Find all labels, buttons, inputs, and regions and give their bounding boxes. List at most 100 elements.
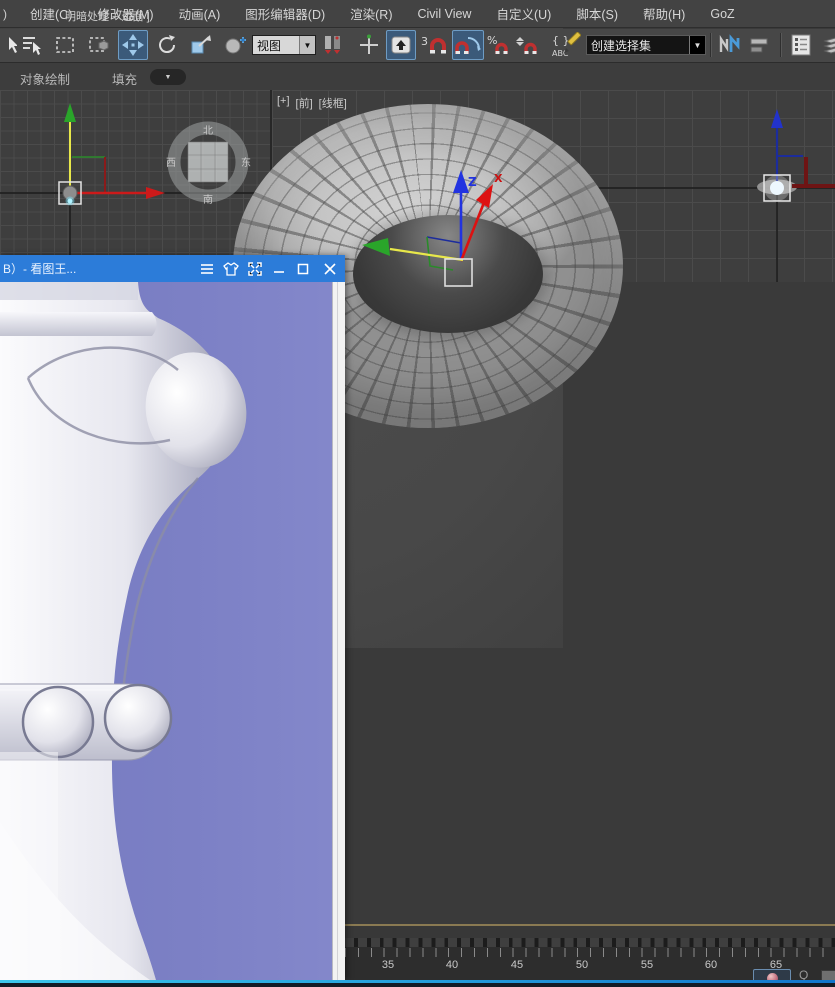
toolbar-separator [780,33,782,57]
viewer-image-area[interactable] [0,282,345,980]
populate-dropdown-chip[interactable]: ▼ [150,69,186,85]
timeline-gap [345,926,835,938]
snap-center-button[interactable] [354,30,384,60]
select-by-name-button[interactable] [16,30,46,60]
move-arrows-icon [121,33,145,57]
ruler-label: 60 [698,959,724,971]
menu-item-scripting[interactable]: 脚本(S) [576,4,618,23]
shirt-icon [223,262,239,276]
magnet-angle-icon [453,33,483,57]
viewer-window-title: B）- 看图王... [0,260,195,277]
keycap-up-icon [389,33,413,57]
maximize-icon [297,263,309,275]
view-reference-dropdown[interactable]: 视图 ▼ [252,35,316,55]
chess-piece-image [0,282,333,980]
dropdown-arrow-icon: ▼ [165,74,172,81]
menu-item-civil-view[interactable]: Civil View [418,7,472,21]
viewcube-east-label[interactable]: 东 [241,156,251,169]
named-sets-icon: { } ABC [551,32,581,58]
image-viewer-window: B）- 看图王... [0,255,345,980]
close-icon [324,263,336,275]
viewer-fullscreen-button[interactable] [243,255,267,282]
edit-named-selection-sets-button[interactable]: { } ABC [550,30,582,60]
magnet-3d-icon: 3 [419,33,449,57]
rectangular-selection-region-button[interactable] [50,30,80,60]
snap-toggle-3d-button[interactable]: 3 [418,30,450,60]
viewer-menu-button[interactable] [195,255,219,282]
snap-marker [68,199,73,204]
menu-item-graph-editors[interactable]: 图形编辑器(D) [245,4,325,23]
layer-explorer-button[interactable] [786,30,816,60]
selection-set-value: 创建选择集 [587,37,689,54]
mirror-button[interactable] [714,30,744,60]
ruler-label: 55 [634,959,660,971]
viewer-maximize-button[interactable] [291,255,315,282]
percent-label: % [487,34,497,47]
dropdown-arrow-icon[interactable]: ▼ [689,36,705,54]
ribbon-toggle-button[interactable] [820,30,835,60]
ruler-label: 35 [375,959,401,971]
viewer-right-border[interactable] [332,282,345,980]
populate-label[interactable]: 填充 [112,69,137,88]
align-button[interactable] [746,30,774,60]
magnet-spinner-icon [515,33,541,57]
viewer-minimize-button[interactable] [267,255,291,282]
menu-item-animation[interactable]: 动画(A) [179,4,221,23]
menu-item-cutoff-fragment[interactable]: ) [3,7,7,21]
minimize-icon [273,263,285,275]
dashed-rect-cube-icon [88,34,110,56]
spinner-snap-toggle-button[interactable] [514,30,542,60]
perspective-viewport-label[interactable]: 明暗处理 + 边面 ] [65,8,150,24]
select-and-scale-button[interactable] [186,30,216,60]
named-selection-set-dropdown[interactable]: 创建选择集 ▼ [586,35,706,55]
crosshair-icon [357,33,381,57]
snap-3d-label: 3 [421,35,428,48]
viewer-theme-button[interactable] [219,255,243,282]
cursor-icon [0,35,17,55]
object-paint-label[interactable]: 对象绘制 [20,69,70,88]
magnet-percent-icon: % [487,33,513,57]
gizmo-x-arrowhead[interactable] [146,187,165,199]
viewport-top-left[interactable]: 北 东 南 西 [0,90,270,255]
viewer-title-bar[interactable]: B）- 看图王... [0,255,345,282]
window-crossing-button[interactable] [84,30,114,60]
menu-item-goz[interactable]: GoZ [710,7,734,21]
select-and-rotate-button[interactable] [152,30,182,60]
viewcube[interactable]: 北 东 南 西 [166,125,251,206]
gizmo-y-arrowhead[interactable] [64,103,76,122]
align-bars-icon [748,33,772,57]
viewcube-west-label[interactable]: 西 [166,158,176,169]
keyboard-shortcut-override-button[interactable] [386,30,416,60]
manipulate-sphere-icon [223,33,247,57]
angle-snap-toggle-button[interactable] [452,30,484,60]
rotate-circle-icon [155,33,179,57]
viewcube-north-label[interactable]: 北 [203,125,213,137]
ruler-label: 45 [504,959,530,971]
menu-item-customize[interactable]: 自定义(U) [496,4,551,23]
viewport-view-button[interactable]: [前] [296,95,313,111]
front-viewport-label: [+] [前] [线框] [277,95,347,111]
select-and-move-button[interactable] [118,30,148,60]
track-bar[interactable] [345,938,835,947]
gizmo-z-arrowhead[interactable] [771,109,783,128]
menu-item-rendering[interactable]: 渲染(R) [350,4,392,23]
percent-snap-toggle-button[interactable]: % [486,30,514,60]
dashed-rect-icon [54,34,76,56]
select-and-manipulate-button[interactable] [220,30,250,60]
pivot-columns-icon [321,33,345,57]
bottom-dark-strip [0,983,835,987]
viewport-menu-button[interactable]: [+] [277,95,290,111]
3dsmax-application-window: ) 创建(C) 修改器(M) 动画(A) 图形编辑器(D) 渲染(R) Civi… [0,0,835,987]
view-dropdown-value: 视图 [253,37,299,54]
dropdown-arrow-icon[interactable]: ▼ [299,36,315,54]
menu-item-help[interactable]: 帮助(H) [643,4,685,23]
viewport-shading-button[interactable]: [线框] [319,95,347,111]
expand-arrows-icon [248,262,262,276]
main-toolbar: 视图 ▼ 3 [0,29,835,63]
use-pivot-point-button[interactable] [318,30,348,60]
mirror-icon [717,33,741,57]
viewer-close-button[interactable] [315,255,345,282]
object-paint-toolbar: 对象绘制 填充 ▼ [0,63,835,91]
viewcube-south-label[interactable]: 南 [203,193,213,206]
ribbon-stack-icon [823,33,835,57]
